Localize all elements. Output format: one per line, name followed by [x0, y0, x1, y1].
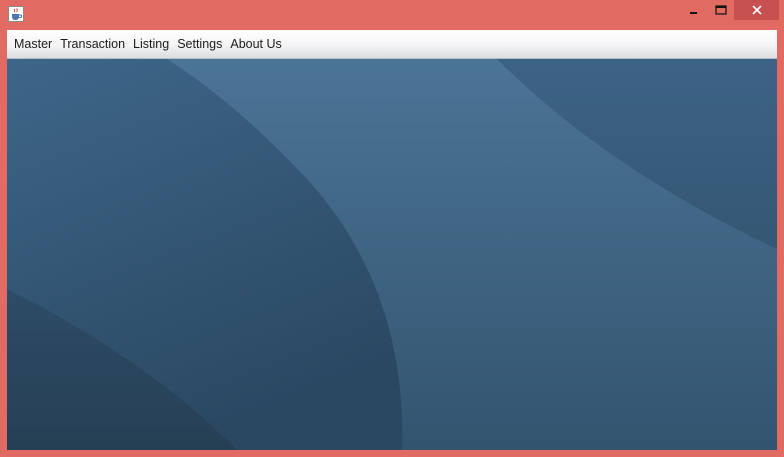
minimize-icon — [690, 12, 697, 14]
java-cup-icon[interactable] — [8, 6, 24, 22]
maximize-icon — [714, 5, 727, 15]
maximize-button[interactable] — [707, 0, 734, 20]
application-window: Master Transaction Listing Settings Abou… — [0, 0, 784, 457]
menu-transaction[interactable]: Transaction — [56, 30, 129, 59]
menu-bar: Master Transaction Listing Settings Abou… — [7, 30, 777, 59]
menu-settings[interactable]: Settings — [173, 30, 226, 59]
menu-listing[interactable]: Listing — [129, 30, 173, 59]
minimize-button[interactable] — [681, 0, 707, 20]
close-button[interactable] — [734, 0, 779, 20]
close-icon — [751, 5, 762, 15]
desktop-pane — [7, 59, 777, 450]
title-bar[interactable] — [0, 0, 784, 30]
menu-about-us[interactable]: About Us — [226, 30, 285, 59]
menu-master[interactable]: Master — [10, 30, 56, 59]
wallpaper-image — [7, 59, 777, 450]
